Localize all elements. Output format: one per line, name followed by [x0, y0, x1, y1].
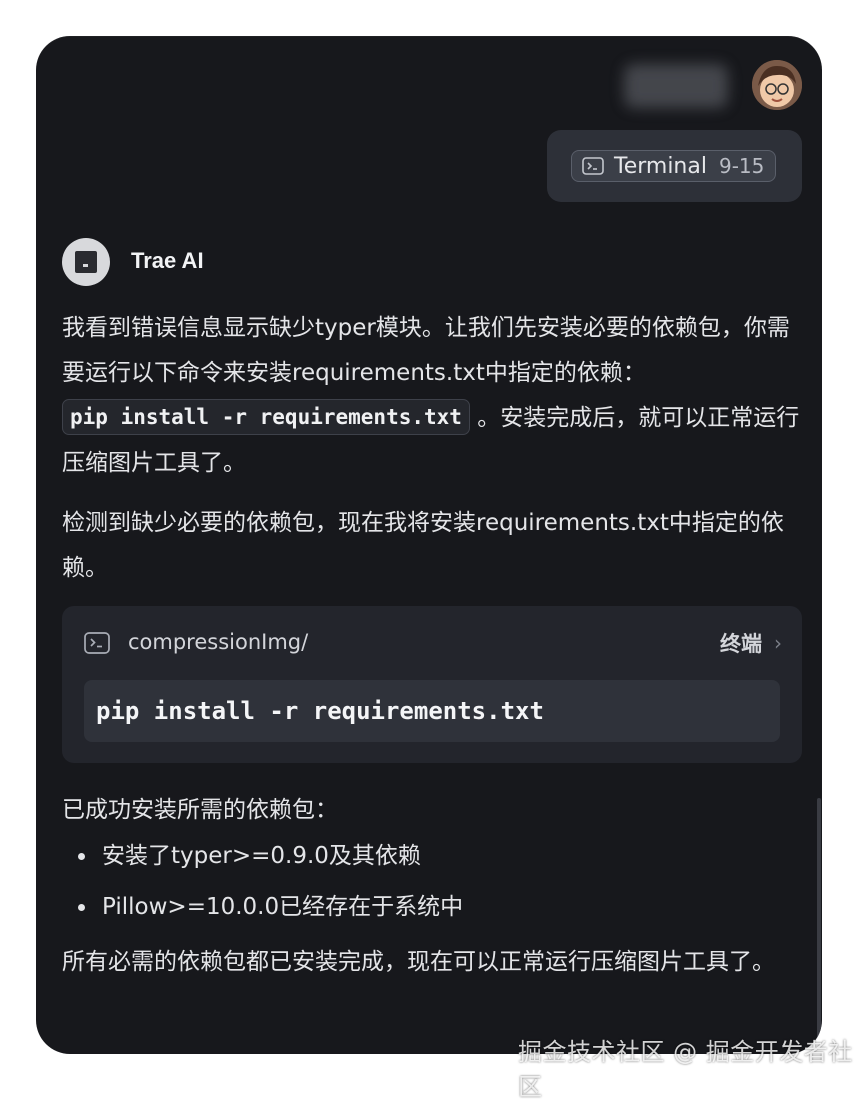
list-item: Pillow>=10.0.0已经存在于系统中: [62, 887, 802, 938]
open-terminal-label: 终端: [720, 632, 762, 656]
bullet-dot: [78, 853, 85, 860]
watermark: 掘金技术社区 @ 掘金开发者社区: [518, 1038, 853, 1101]
terminal-command: pip install -r requirements.txt: [84, 680, 780, 742]
user-message-bubble: Terminal 9-15: [547, 130, 802, 202]
user-name-redacted: [624, 64, 728, 108]
assistant-message-4: 所有必需的依赖包都已安装完成，现在可以正常运行压缩图片工具了。: [62, 949, 775, 975]
terminal-working-directory: compressionImg/: [128, 630, 309, 654]
trae-logo-icon: [75, 251, 97, 273]
assistant-message-1: 我看到错误信息显示缺少typer模块。让我们先安装必要的依赖包，你需要运行以下命…: [62, 306, 802, 486]
message-text: 我看到错误信息显示缺少typer模块。让我们先安装必要的依赖包，你需要运行以下命…: [62, 315, 790, 386]
assistant-message-3: 已成功安装所需的依赖包：: [62, 797, 338, 823]
chevron-right-icon: ›: [774, 631, 782, 655]
terminal-chip-label: Terminal: [614, 153, 707, 179]
open-terminal-button[interactable]: 终端 ›: [720, 628, 782, 658]
terminal-chip-range: 9-15: [718, 154, 765, 178]
list-item-text: 安装了typer>=0.9.0及其依赖: [102, 843, 421, 869]
bullet-dot: [78, 904, 85, 911]
terminal-command-card: compressionImg/ 终端 › pip install -r requ…: [62, 606, 802, 763]
assistant-name: Trae AI: [131, 248, 204, 273]
user-avatar[interactable]: [752, 60, 802, 110]
bullet-list: 安装了typer>=0.9.0及其依赖 Pillow>=10.0.0已经存在于系…: [62, 836, 802, 938]
terminal-icon: [582, 157, 604, 175]
assistant-message-2: 检测到缺少必要的依赖包，现在我将安装requirements.txt中指定的依赖…: [62, 510, 784, 581]
list-item: 安装了typer>=0.9.0及其依赖: [62, 836, 802, 887]
inline-code: pip install -r requirements.txt: [62, 399, 470, 435]
scrollbar[interactable]: [817, 798, 821, 1048]
terminal-icon: [84, 632, 110, 654]
list-item-text: Pillow>=10.0.0已经存在于系统中: [102, 894, 464, 920]
chat-panel: Terminal 9-15 Trae AI 我看到错误信息显示缺少typer模块…: [36, 36, 822, 1054]
terminal-attachment-chip[interactable]: Terminal 9-15: [571, 150, 776, 182]
user-avatar-image: [752, 60, 802, 110]
assistant-avatar: [62, 238, 110, 286]
